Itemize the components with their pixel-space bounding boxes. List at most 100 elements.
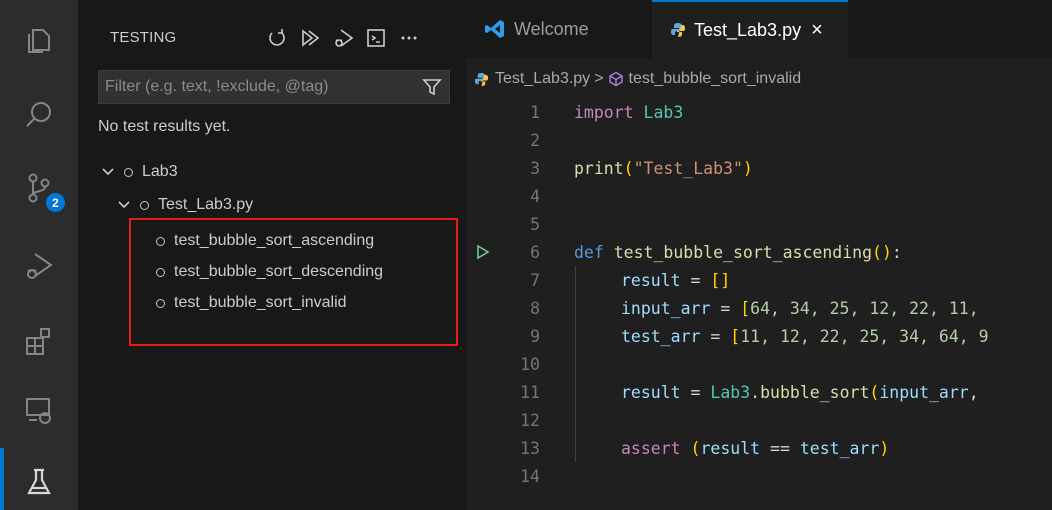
code-token: ) bbox=[879, 438, 890, 458]
run-all-icon[interactable] bbox=[293, 24, 326, 52]
code-line: 9 test_arr = [11, 12, 22, 25, 34, 64, 9 bbox=[466, 322, 1052, 350]
tree-item-label: test_bubble_sort_descending bbox=[174, 263, 384, 280]
code-line: 2 bbox=[466, 126, 1052, 154]
code-token: [ bbox=[740, 298, 751, 318]
code-token: ) bbox=[742, 158, 753, 178]
breadcrumb-symbol[interactable]: test_bubble_sort_invalid bbox=[629, 70, 802, 88]
tab-label: Test_Lab3.py bbox=[694, 19, 802, 40]
code-token: 64, 34, 25, 12, 22, 11, bbox=[750, 298, 979, 318]
line-number: 11 bbox=[520, 382, 540, 402]
testing-sidebar: TESTING No test results yet. bbox=[78, 0, 466, 510]
close-icon[interactable]: × bbox=[811, 19, 823, 42]
code-token: input_arr bbox=[621, 298, 711, 318]
tree-item-test[interactable]: test_bubble_sort_invalid bbox=[156, 288, 347, 318]
extensions-icon[interactable] bbox=[0, 312, 78, 372]
line-number: 10 bbox=[520, 354, 540, 374]
line-number: 7 bbox=[530, 270, 540, 290]
filter-input[interactable] bbox=[99, 77, 415, 97]
indent-guide bbox=[575, 322, 576, 350]
remote-explorer-icon[interactable] bbox=[0, 380, 78, 440]
indent-guide bbox=[575, 350, 576, 378]
run-debug-icon[interactable] bbox=[0, 236, 78, 296]
code-token: ( bbox=[869, 382, 880, 402]
code-token: : bbox=[891, 242, 902, 262]
chevron-down-icon bbox=[100, 164, 116, 180]
breadcrumb-file[interactable]: Test_Lab3.py bbox=[495, 70, 590, 88]
code-line: 12 bbox=[466, 406, 1052, 434]
code-line: 7 result = [] bbox=[466, 266, 1052, 294]
code-token: input_arr bbox=[879, 382, 969, 402]
tree-item-label: Lab3 bbox=[142, 163, 178, 180]
code-line: 1 import Lab3 bbox=[466, 98, 1052, 126]
code-line: 13 assert (result == test_arr) bbox=[466, 434, 1052, 462]
activity-bar: 2 bbox=[0, 0, 78, 510]
code-token: 11, 12, 22, 25, 34, 64, 9 bbox=[740, 326, 989, 346]
tree-item-test[interactable]: test_bubble_sort_descending bbox=[156, 257, 383, 287]
code-token: [] bbox=[710, 270, 731, 290]
python-file-icon bbox=[670, 22, 686, 38]
indent-guide bbox=[575, 406, 576, 434]
code-text: result = [] bbox=[621, 271, 730, 290]
tree-item-lab3[interactable]: Lab3 bbox=[100, 157, 178, 187]
indent-guide bbox=[575, 378, 576, 406]
tab-welcome[interactable]: Welcome bbox=[466, 0, 653, 58]
code-token: assert bbox=[621, 438, 681, 458]
run-test-icon[interactable] bbox=[476, 238, 494, 266]
code-token: == bbox=[760, 438, 800, 458]
status-circle-icon bbox=[140, 200, 149, 210]
status-circle-icon bbox=[124, 167, 133, 177]
source-control-badge: 2 bbox=[46, 193, 65, 212]
tab-test-lab3[interactable]: Test_Lab3.py × bbox=[652, 0, 848, 58]
code-token: Lab3 bbox=[710, 382, 751, 402]
explorer-icon[interactable] bbox=[0, 10, 78, 70]
source-control-icon[interactable]: 2 bbox=[0, 158, 78, 218]
code-line: 11 result = Lab3.bubble_sort(input_arr, bbox=[466, 378, 1052, 406]
refresh-icon[interactable] bbox=[260, 24, 293, 52]
code-text: result = Lab3.bubble_sort(input_arr, bbox=[621, 383, 979, 402]
search-icon[interactable] bbox=[0, 86, 78, 146]
code-token: import bbox=[574, 102, 634, 122]
debug-all-icon[interactable] bbox=[326, 24, 359, 52]
code-token: = bbox=[680, 382, 711, 402]
code-token: def bbox=[574, 242, 604, 262]
tree-item-test[interactable]: test_bubble_sort_ascending bbox=[156, 226, 374, 256]
line-number: 14 bbox=[520, 466, 540, 486]
sidebar-title: TESTING bbox=[110, 29, 177, 46]
breadcrumb: Test_Lab3.py > test_bubble_sort_invalid bbox=[466, 65, 801, 93]
code-token: () bbox=[872, 242, 892, 262]
code-text: print("Test_Lab3") bbox=[574, 159, 753, 178]
code-token: "Test_Lab3" bbox=[633, 158, 743, 178]
tree-item-test-file[interactable]: Test_Lab3.py bbox=[116, 190, 253, 220]
code-line: 5 bbox=[466, 210, 1052, 238]
tree-item-label: test_bubble_sort_invalid bbox=[174, 294, 347, 311]
code-text: import Lab3 bbox=[574, 103, 683, 122]
terminal-icon[interactable] bbox=[359, 24, 392, 52]
line-number: 12 bbox=[520, 410, 540, 430]
code-line: 10 bbox=[466, 350, 1052, 378]
line-number: 4 bbox=[530, 186, 540, 206]
line-number: 1 bbox=[530, 102, 540, 122]
line-number: 9 bbox=[530, 326, 540, 346]
status-circle-icon bbox=[156, 267, 165, 277]
testing-icon[interactable] bbox=[0, 452, 78, 510]
code-text: input_arr = [64, 34, 25, 12, 22, 11, bbox=[621, 299, 979, 318]
code-token: Lab3 bbox=[633, 102, 684, 122]
code-line: 4 bbox=[466, 182, 1052, 210]
line-number: 8 bbox=[530, 298, 540, 318]
code-line: 14 bbox=[466, 462, 1052, 490]
vscode-window: 2 TESTING Filter (e.g. text, !exclude, @… bbox=[0, 0, 1052, 510]
symbol-method-icon bbox=[608, 71, 624, 87]
code-line: 8 input_arr = [64, 34, 25, 12, 22, 11, bbox=[466, 294, 1052, 322]
code-token: . bbox=[750, 382, 761, 402]
more-icon[interactable] bbox=[392, 24, 425, 52]
code-token: result bbox=[700, 438, 761, 458]
code-token: bubble_sort bbox=[760, 382, 870, 402]
filter-icon[interactable] bbox=[415, 77, 449, 97]
code-token: = bbox=[700, 326, 731, 346]
code-token: , bbox=[968, 382, 979, 402]
tab-bar: Welcome Test_Lab3.py × bbox=[466, 0, 1052, 58]
line-number: 5 bbox=[530, 214, 540, 234]
code-text: def test_bubble_sort_ascending(): bbox=[574, 243, 902, 262]
line-number: 3 bbox=[530, 158, 540, 178]
code-line: 3 print("Test_Lab3") bbox=[466, 154, 1052, 182]
